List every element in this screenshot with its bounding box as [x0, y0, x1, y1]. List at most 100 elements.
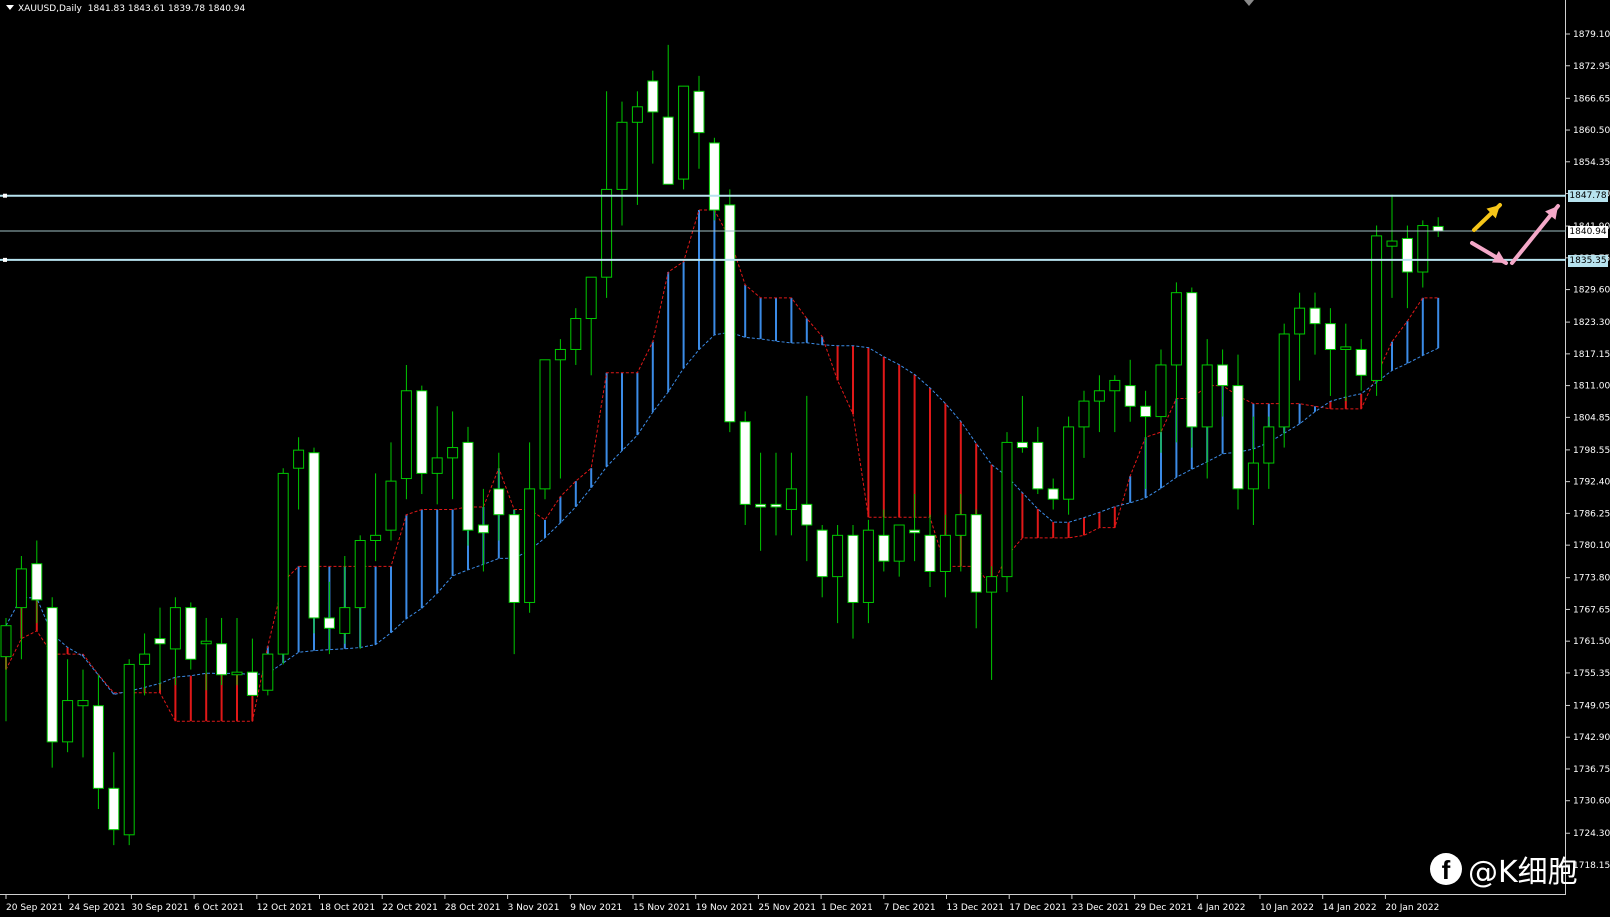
- candle-body: [893, 524, 905, 562]
- candle-body: [447, 447, 459, 459]
- candle-body: [739, 421, 751, 505]
- price-axis-label: 1780.10: [1573, 541, 1610, 551]
- price-axis-label: 1798.55: [1573, 446, 1610, 456]
- candle-body: [1201, 364, 1213, 428]
- candle-body: [1324, 323, 1336, 350]
- time-axis-label: 19 Nov 2021: [696, 903, 754, 913]
- chart-canvas[interactable]: 1879.101872.951866.651860.501854.351848.…: [0, 0, 1610, 917]
- candle-body: [924, 534, 936, 572]
- candle-body: [801, 503, 813, 526]
- candle-body: [246, 671, 258, 696]
- time-axis-label: 24 Sep 2021: [69, 903, 126, 913]
- candle-body: [986, 576, 998, 593]
- price-axis-label: 1761.50: [1573, 637, 1610, 647]
- candle-body: [878, 534, 890, 562]
- time-axis-label: 3 Nov 2021: [508, 903, 560, 913]
- candle-body: [616, 121, 628, 190]
- price-axis-label: 1860.50: [1573, 126, 1610, 136]
- time-axis-label: 13 Dec 2021: [947, 903, 1005, 913]
- candle-body: [416, 390, 428, 474]
- watermark-text: @K细胞: [1468, 855, 1578, 890]
- candle-body: [200, 640, 212, 645]
- candle-body: [755, 503, 767, 508]
- time-axis-label: 15 Nov 2021: [633, 903, 691, 913]
- candle-body: [832, 534, 844, 578]
- time-axis-label: 18 Oct 2021: [320, 903, 376, 913]
- time-axis-label: 17 Dec 2021: [1009, 903, 1066, 913]
- time-axis-label: 10 Jan 2022: [1260, 903, 1314, 913]
- candle-body: [277, 472, 289, 655]
- candle-body: [1032, 441, 1044, 490]
- chart-shift-marker[interactable]: [1244, 0, 1254, 6]
- dropdown-triangle-icon[interactable]: [6, 5, 14, 10]
- price-axis-label: 1829.60: [1573, 286, 1610, 296]
- candle-body: [1124, 385, 1136, 407]
- candle-body: [1016, 441, 1028, 449]
- price-axis-label: 1866.65: [1573, 94, 1610, 104]
- upper-level-price-tag: 1847.78: [1568, 190, 1608, 202]
- candle-body: [816, 529, 828, 578]
- time-axis-label: 20 Sep 2021: [6, 903, 63, 913]
- candle-body: [662, 116, 674, 185]
- candle-body: [909, 529, 921, 534]
- candle-body: [108, 787, 120, 831]
- time-axis-label: 12 Oct 2021: [257, 903, 313, 913]
- candle-body: [678, 85, 690, 180]
- price-axis-label: 1755.35: [1573, 669, 1610, 679]
- candle-body: [708, 142, 720, 211]
- candle-body: [724, 204, 736, 423]
- candle-body: [1047, 488, 1059, 500]
- candle-body: [123, 663, 135, 836]
- candle-body: [1278, 333, 1290, 428]
- time-axis-label: 29 Dec 2021: [1135, 903, 1193, 913]
- candle-body: [400, 390, 412, 480]
- candle-body: [431, 457, 443, 474]
- candle-body: [1109, 379, 1121, 392]
- candle-body: [1063, 426, 1075, 500]
- candle-body: [1078, 400, 1090, 428]
- candle-body: [1401, 237, 1413, 273]
- price-axis-label: 1773.80: [1573, 574, 1610, 584]
- candle-body: [570, 317, 582, 350]
- candle-body: [1432, 225, 1444, 232]
- candle-body: [847, 534, 859, 603]
- price-axis-label: 1823.30: [1573, 318, 1610, 328]
- candle-body: [1155, 364, 1167, 418]
- candle-body: [1217, 364, 1229, 387]
- candle-body: [231, 671, 243, 676]
- candle-body: [354, 539, 366, 609]
- price-axis-label: 1724.30: [1573, 829, 1610, 839]
- candle-body: [216, 643, 228, 676]
- candle-body: [262, 653, 274, 691]
- candle-body: [601, 188, 613, 278]
- candle-body: [1386, 240, 1398, 247]
- candle-body: [339, 607, 351, 634]
- candle-body: [585, 276, 597, 319]
- time-axis-label: 9 Nov 2021: [570, 903, 622, 913]
- price-axis-label: 1767.65: [1573, 605, 1610, 615]
- candle-body: [62, 700, 74, 743]
- candle-body: [154, 638, 166, 645]
- candle-body: [862, 529, 874, 603]
- time-axis-label: 20 Jan 2022: [1385, 903, 1439, 913]
- candle-body: [554, 348, 566, 361]
- upper-level-handle: [3, 193, 7, 198]
- candle-body: [15, 568, 27, 609]
- time-axis-label: 22 Oct 2021: [382, 903, 438, 913]
- candle-body: [1371, 235, 1383, 381]
- candle-body: [1294, 307, 1306, 335]
- price-axis-label: 1736.75: [1573, 765, 1610, 775]
- candle-body: [1001, 441, 1013, 578]
- time-axis-label: 23 Dec 2021: [1072, 903, 1130, 913]
- candle-body: [370, 534, 382, 541]
- candle-body: [524, 488, 536, 603]
- candle-body: [92, 705, 104, 789]
- time-axis-label: 14 Jan 2022: [1323, 903, 1377, 913]
- facebook-icon: f: [1430, 853, 1462, 885]
- price-axis-label: 1872.95: [1573, 62, 1610, 72]
- watermark: f @K细胞: [1430, 847, 1578, 891]
- price-axis-label: 1742.90: [1573, 733, 1610, 743]
- price-axis-label: 1718.15: [1573, 861, 1610, 871]
- symbol-label: XAUUSD,Daily: [18, 4, 82, 14]
- candle-body: [1263, 426, 1275, 464]
